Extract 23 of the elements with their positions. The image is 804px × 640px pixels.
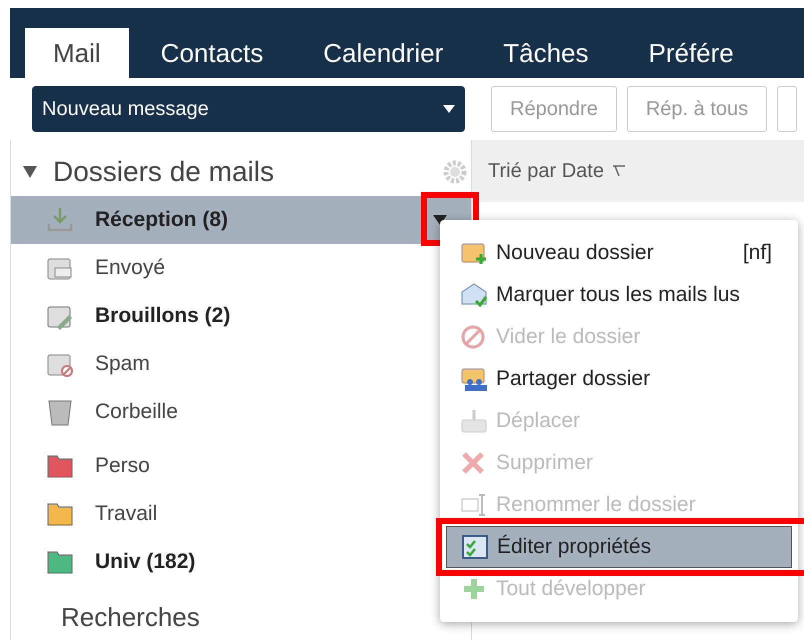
folder-item[interactable]: Réception (8) — [11, 196, 471, 244]
section-title: Dossiers de mails — [53, 155, 274, 189]
text-cursor-icon — [460, 492, 488, 518]
caret-icon — [443, 105, 455, 113]
dropdown-label: Nouveau message — [42, 97, 209, 122]
folder-people-icon — [460, 366, 488, 392]
tab[interactable]: Contacts — [132, 28, 292, 78]
envelope-check-icon — [460, 282, 488, 308]
checklist-icon — [461, 534, 489, 560]
shortcut-label: [nf] — [742, 240, 772, 266]
sort-label[interactable]: Trié par Date — [488, 156, 604, 186]
collapse-triangle-icon[interactable] — [23, 166, 37, 178]
menu-item[interactable]: Éditer propriétés — [446, 526, 792, 568]
download-tray-icon — [45, 206, 75, 234]
new-message-dropdown[interactable]: Nouveau message — [32, 86, 465, 132]
tray-arrow-icon — [460, 408, 488, 434]
sort-icon[interactable] — [612, 165, 626, 177]
section-title: Recherches — [60, 604, 201, 630]
tab[interactable]: Mail — [25, 28, 129, 78]
tab[interactable]: Calendrier — [295, 28, 472, 78]
tab[interactable]: Tâches — [475, 28, 616, 78]
tab[interactable]: Préfére — [620, 28, 762, 78]
caret-icon[interactable] — [433, 215, 447, 225]
